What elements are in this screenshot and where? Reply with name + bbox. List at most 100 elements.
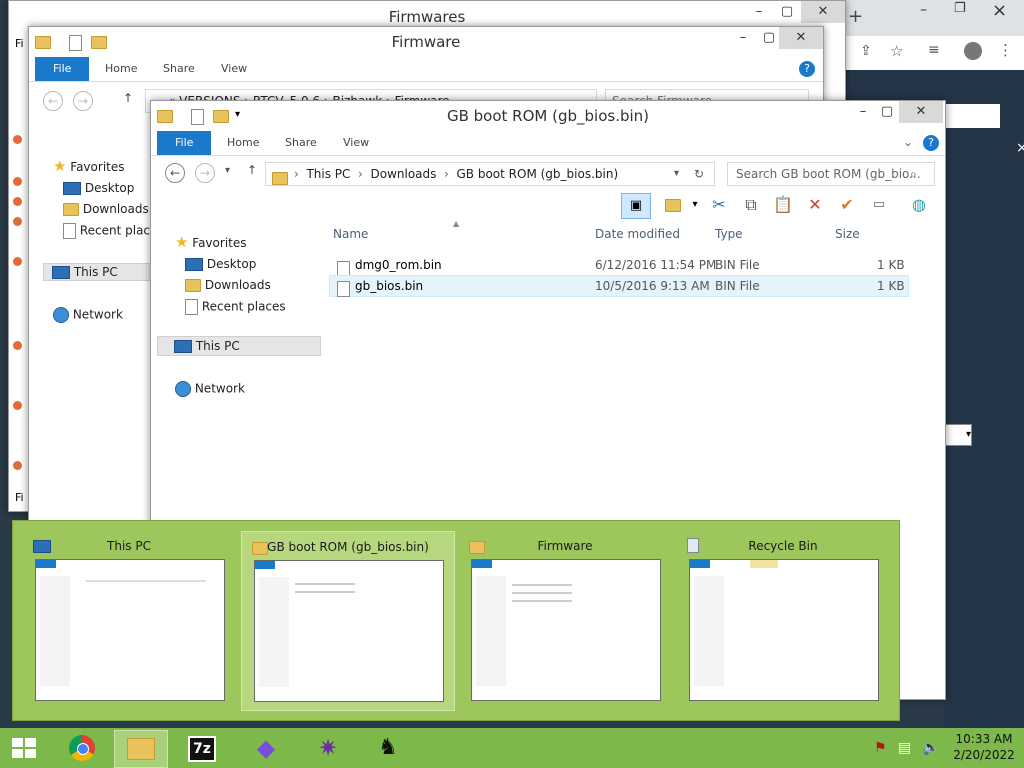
nav-this-pc[interactable]: This PC (43, 263, 167, 281)
address-dropdown-icon[interactable]: ▾ (674, 163, 679, 185)
close-icon[interactable]: ✕ (801, 1, 845, 23)
table-row[interactable]: dmg0_rom.bin 6/12/2016 11:54 PM BIN File… (329, 255, 909, 277)
tab-file[interactable]: File (35, 57, 90, 81)
nav-recent[interactable]: Recent plac (63, 223, 150, 239)
chrome-icon[interactable] (56, 730, 108, 766)
copy-icon[interactable]: ⧉ (739, 193, 763, 217)
reading-list-icon[interactable]: ≡ (928, 42, 940, 58)
details-view-icon[interactable]: ▣ (621, 193, 651, 219)
command-toolbar: ▣ ▾ ✂ ⧉ 📋 ✕ ✔ ▭ ◍ (619, 193, 939, 221)
gem-app-icon[interactable]: ◆ (240, 730, 292, 766)
table-row[interactable]: gb_bios.bin 10/5/2016 9:13 AM BIN File 1… (329, 275, 909, 297)
cut-icon[interactable]: ✂ (707, 193, 731, 217)
share-icon[interactable]: ⇪ (860, 43, 872, 59)
nav-desktop[interactable]: Desktop (185, 257, 256, 271)
close-icon[interactable]: ✕ (899, 101, 943, 123)
new-tab-button[interactable]: + (848, 6, 863, 27)
tab-view[interactable]: View (209, 57, 259, 81)
options-dropdown-icon[interactable]: ▾ (683, 193, 707, 217)
minimize-icon[interactable]: – (729, 27, 757, 49)
bookmark-star-icon[interactable]: ☆ (890, 42, 903, 60)
tab-view[interactable]: View (331, 131, 381, 155)
globe-icon[interactable]: ◍ (907, 193, 931, 217)
firmwares-clipped-status: Fi (15, 491, 24, 504)
breadcrumb-downloads[interactable]: Downloads (371, 167, 437, 181)
network-tray-icon[interactable]: ▤ (898, 740, 911, 756)
back-arrow-icon[interactable]: ← (43, 91, 63, 111)
close-icon[interactable]: ✕ (779, 27, 823, 49)
tab-share[interactable]: Share (273, 131, 329, 155)
back-arrow-icon[interactable]: ← (165, 163, 185, 183)
nav-network[interactable]: Network (53, 307, 123, 323)
close-icon[interactable]: × (992, 0, 1007, 21)
folder-options-icon[interactable] (661, 193, 685, 217)
column-name[interactable]: Name (333, 227, 368, 241)
forward-arrow-icon[interactable]: → (195, 163, 215, 183)
refresh-icon[interactable]: ↻ (694, 163, 704, 185)
7zip-icon[interactable]: 7z (176, 730, 228, 766)
switcher-item-gb-boot-rom[interactable]: GB boot ROM (gb_bios.bin) (241, 531, 455, 711)
help-icon[interactable]: ? (923, 135, 939, 151)
cat-app-icon[interactable]: ✷ (302, 730, 354, 766)
start-button[interactable] (0, 728, 48, 768)
breadcrumb-this-pc[interactable]: This PC (306, 167, 350, 181)
search-icon[interactable]: ⌕ (910, 163, 917, 185)
firmware-title: Firmware (391, 33, 461, 51)
column-size[interactable]: Size (835, 227, 860, 241)
profile-avatar-icon[interactable] (964, 42, 982, 60)
action-center-flag-icon[interactable]: ⚑ (874, 740, 887, 756)
ribbon-expand-icon[interactable]: ⌄ (903, 135, 913, 149)
paste-icon[interactable]: 📋 (771, 193, 795, 217)
nav-recent-places[interactable]: Recent places (185, 299, 286, 315)
main-nav-buttons: ← → ▾ ↑ (165, 163, 275, 187)
tab-home[interactable]: Home (215, 131, 271, 155)
up-arrow-icon[interactable]: ↑ (247, 163, 257, 177)
firmware-nav-pane: ★ Favorites Desktop Downloads Recent pla… (29, 119, 167, 519)
delete-icon[interactable]: ✕ (803, 193, 827, 217)
nav-favorites[interactable]: ★ Favorites (53, 157, 125, 175)
maximize-icon[interactable]: ❐ (954, 1, 966, 16)
taskbar: 7z ◆ ✷ ♞ ⚑ ▤ 🔈 10:33 AM 2/20/2022 (0, 728, 1024, 768)
switcher-item-title: Firmware (537, 539, 593, 553)
penguin-app-icon[interactable]: ♞ (362, 730, 414, 766)
column-type[interactable]: Type (715, 227, 743, 241)
recent-locations-icon[interactable]: ▾ (225, 165, 230, 176)
minimize-icon[interactable]: – (745, 1, 773, 23)
tab-share[interactable]: Share (151, 57, 207, 81)
file-type: BIN File (715, 279, 760, 293)
main-search-input[interactable]: Search GB boot ROM (gb_bio... ⌕ (727, 162, 935, 186)
network-icon (53, 307, 69, 323)
clock-date: 2/20/2022 (953, 748, 1015, 762)
file-explorer-icon[interactable] (114, 730, 168, 768)
nav-downloads[interactable]: Downloads (63, 202, 149, 216)
tab-home[interactable]: Home (93, 57, 149, 81)
switcher-item-this-pc[interactable]: This PC (23, 531, 235, 709)
rename-icon[interactable]: ▭ (867, 193, 891, 217)
tab-file[interactable]: File (157, 131, 212, 155)
main-address-bar[interactable]: › This PC › Downloads › GB boot ROM (gb_… (265, 162, 715, 186)
up-arrow-icon[interactable]: ↑ (123, 91, 133, 105)
dialog-close-icon[interactable]: × (1016, 140, 1024, 156)
menu-kebab-icon[interactable]: ⋮ (998, 41, 1013, 59)
nav-desktop[interactable]: Desktop (63, 181, 134, 195)
nav-this-pc[interactable]: This PC (157, 336, 321, 356)
browser-toolbar: ⇪ ☆ ≡ ⋮ (846, 36, 1024, 70)
maximize-icon[interactable]: ▢ (773, 1, 801, 23)
checkmark-icon[interactable]: ✔ (835, 193, 859, 217)
help-icon[interactable]: ? (799, 61, 815, 77)
column-date-modified[interactable]: Date modified (595, 227, 680, 241)
switcher-item-firmware[interactable]: Firmware (459, 531, 671, 709)
switcher-item-recycle-bin[interactable]: Recycle Bin (677, 531, 889, 709)
minimize-icon[interactable]: – (920, 2, 927, 18)
pc-icon (52, 266, 70, 279)
volume-muted-icon[interactable]: 🔈 (922, 740, 939, 756)
breadcrumb-current[interactable]: GB boot ROM (gb_bios.bin) (457, 167, 619, 181)
recent-places-icon (63, 223, 76, 239)
nav-network[interactable]: Network (175, 381, 245, 397)
dialog-select[interactable]: ▾ (944, 424, 972, 446)
forward-arrow-icon[interactable]: → (73, 91, 93, 111)
nav-favorites[interactable]: ★ Favorites (175, 233, 247, 251)
nav-downloads[interactable]: Downloads (185, 278, 271, 292)
maximize-icon[interactable]: ▢ (873, 101, 901, 123)
clock[interactable]: 10:33 AM 2/20/2022 (948, 732, 1020, 762)
